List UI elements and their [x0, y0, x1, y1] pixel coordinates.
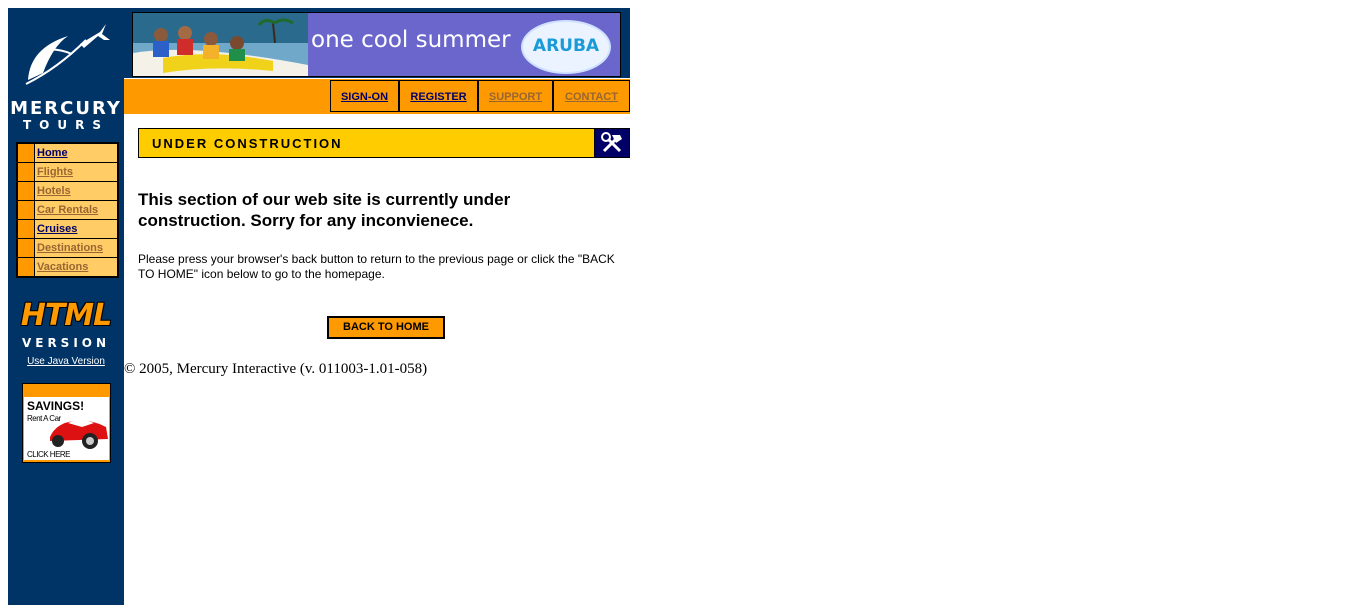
- mercury-tours-logo[interactable]: MERCURY TOURS: [8, 18, 124, 132]
- nav-sign-on[interactable]: SIGN-ON: [330, 80, 399, 112]
- nav-bullet: [18, 182, 34, 200]
- sidebar-item-cruises: Cruises: [18, 220, 117, 238]
- aruba-banner[interactable]: one cool summer ARUBA: [132, 12, 621, 77]
- section-header: UNDER CONSTRUCTION: [138, 128, 595, 158]
- sidebar-link-home[interactable]: Home: [37, 147, 68, 159]
- nav-bullet: [18, 163, 34, 181]
- nav-sign-on-label: SIGN-ON: [340, 91, 389, 103]
- red-car-icon: [50, 420, 108, 449]
- section-title: UNDER CONSTRUCTION: [152, 136, 343, 151]
- html-badge-word: HTML: [20, 298, 113, 333]
- nav-contact-label: CONTACT: [565, 91, 618, 103]
- savings-ad-panel: SAVINGS! Rent A Car CLICK HERE: [24, 397, 109, 460]
- html-badge-version: VERSION: [21, 336, 111, 350]
- sidebar-link-hotels[interactable]: Hotels: [37, 185, 71, 197]
- sidebar-item-vacations: Vacations: [18, 258, 117, 276]
- nav-support-label: SUPPORT: [488, 91, 543, 103]
- nav-bullet: [18, 258, 34, 276]
- sidebar-item-car-rentals: Car Rentals: [18, 201, 117, 219]
- nav-support[interactable]: SUPPORT: [478, 80, 553, 112]
- sidebar-nav: Home Flights Hotels Car Rentals Cruises …: [16, 142, 119, 278]
- sidebar-item-flights: Flights: [18, 163, 117, 181]
- sidebar-link-car-rentals[interactable]: Car Rentals: [37, 204, 98, 216]
- sidebar-link-vacations[interactable]: Vacations: [37, 261, 88, 273]
- sidebar-item-hotels: Hotels: [18, 182, 117, 200]
- aruba-logo-text: ARUBA: [532, 36, 600, 56]
- savings-ad[interactable]: SAVINGS! Rent A Car CLICK HERE: [22, 383, 111, 463]
- logo-wordmark: MERCURY: [10, 98, 122, 119]
- logo-subword: TOURS: [22, 118, 109, 132]
- back-to-home-button[interactable]: BACK TO HOME: [327, 316, 445, 339]
- sidebar-item-home: Home: [18, 144, 117, 162]
- footer-copyright: © 2005, Mercury Interactive (v. 011003-1…: [124, 361, 428, 377]
- sidebar-link-cruises[interactable]: Cruises: [37, 223, 77, 235]
- java-version-link[interactable]: Use Java Version: [8, 356, 124, 367]
- nav-bullet: [18, 239, 34, 257]
- savings-ad-cta: CLICK HERE: [27, 450, 71, 459]
- beach-photo: [133, 13, 308, 76]
- hammer-wrench-icon: [601, 132, 622, 153]
- aruba-logo: ARUBA: [521, 20, 611, 74]
- nav-bullet: [18, 144, 34, 162]
- sidebar-link-destinations[interactable]: Destinations: [37, 242, 103, 254]
- nav-bullet: [18, 201, 34, 219]
- sidebar-item-destinations: Destinations: [18, 239, 117, 257]
- construction-icon-box: [594, 128, 630, 158]
- nav-register[interactable]: REGISTER: [399, 80, 478, 112]
- nav-register-label: REGISTER: [410, 91, 467, 103]
- page-body-text: Please press your browser's back button …: [138, 252, 615, 281]
- sidebar: MERCURY TOURS Home Flights Hotels Car Re…: [8, 8, 124, 605]
- page-heading: This section of our web site is currentl…: [138, 190, 511, 230]
- nav-contact[interactable]: CONTACT: [553, 80, 630, 112]
- sidebar-link-flights[interactable]: Flights: [37, 166, 73, 178]
- banner-headline: one cool summer: [311, 27, 511, 53]
- airplane-swoosh-icon: [25, 24, 110, 85]
- html-version-badge: HTML VERSION: [18, 298, 114, 353]
- nav-bullet: [18, 220, 34, 238]
